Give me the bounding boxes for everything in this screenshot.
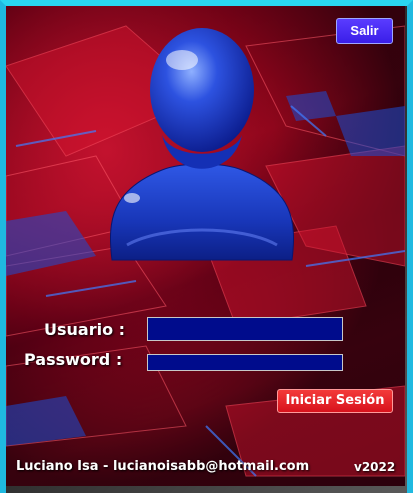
login-button[interactable]: Iniciar Sesión: [277, 389, 393, 413]
user-avatar-icon: [109, 28, 295, 261]
password-label: Password :: [24, 350, 123, 369]
exit-button[interactable]: Salir: [336, 18, 393, 44]
login-panel: Salir Usuario : Password : Iniciar Sesió…: [6, 6, 405, 486]
password-input[interactable]: [147, 354, 343, 371]
user-input[interactable]: [147, 317, 343, 341]
author-credit: Luciano Isa - lucianoisabb@hotmail.com: [16, 459, 310, 474]
screen: Salir Usuario : Password : Iniciar Sesió…: [0, 0, 413, 493]
user-label: Usuario :: [44, 320, 126, 339]
version-label: v2022: [354, 460, 396, 474]
